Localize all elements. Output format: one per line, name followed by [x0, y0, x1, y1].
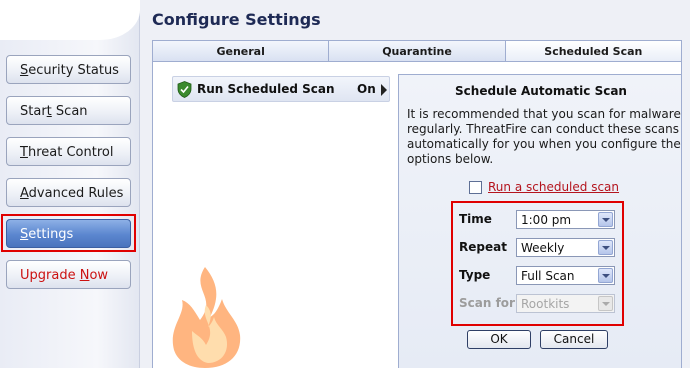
- chevron-down-icon[interactable]: [598, 240, 613, 255]
- time-select-value: 1:00 pm: [521, 213, 572, 227]
- sidebar-item-label: ecurity Status: [28, 63, 119, 78]
- run-scheduled-scan-checkbox[interactable]: [469, 181, 482, 194]
- type-select[interactable]: Full Scan: [516, 266, 615, 285]
- sidebar-item-advanced-rules[interactable]: Advanced Rules: [6, 178, 131, 207]
- panel-title: Schedule Automatic Scan: [455, 84, 627, 98]
- sidebar-item-label: hreat Control: [27, 145, 114, 160]
- tab-bar: General Quarantine Scheduled Scan: [152, 40, 682, 62]
- schedule-panel: Schedule Automatic Scan It is recommende…: [398, 74, 682, 368]
- sidebar-item-mnemonic: N: [79, 268, 90, 283]
- repeat-label: Repeat: [459, 240, 507, 254]
- repeat-select-value: Weekly: [521, 241, 565, 255]
- run-scheduled-scan-checkbox-label[interactable]: Run a scheduled scan: [488, 180, 619, 194]
- sidebar-item-label-prefix: Star: [20, 104, 47, 119]
- sidebar-item-threat-control[interactable]: Threat Control: [6, 137, 131, 166]
- cancel-button[interactable]: Cancel: [540, 330, 608, 349]
- sidebar-header-curve: [0, 0, 140, 40]
- time-select[interactable]: 1:00 pm: [516, 210, 615, 229]
- scan-for-select-value: Rootkits: [521, 297, 570, 311]
- list-item-label: Run Scheduled Scan: [197, 82, 335, 96]
- scan-for-select: Rootkits: [516, 294, 615, 313]
- type-select-value: Full Scan: [521, 269, 575, 283]
- chevron-down-icon: [598, 296, 613, 311]
- sidebar-item-label: dvanced Rules: [28, 186, 124, 201]
- panel-description: It is recommended that you scan for malw…: [407, 107, 681, 166]
- tab-scheduled-scan[interactable]: Scheduled Scan: [504, 40, 682, 62]
- sidebar-item-start-scan[interactable]: Start Scan: [6, 96, 131, 125]
- type-label: Type: [459, 268, 491, 282]
- chevron-down-icon[interactable]: [598, 268, 613, 283]
- sidebar: Security Status Start Scan Threat Contro…: [0, 0, 140, 368]
- sidebar-item-label: Scan: [51, 104, 88, 119]
- shield-check-icon: [177, 81, 192, 98]
- sidebar-item-mnemonic: T: [20, 145, 28, 160]
- sidebar-item-upgrade-now[interactable]: Upgrade Now: [6, 260, 131, 289]
- tab-quarantine[interactable]: Quarantine: [328, 40, 505, 62]
- repeat-select[interactable]: Weekly: [516, 238, 615, 257]
- list-item-status: On: [357, 82, 376, 96]
- chevron-down-icon[interactable]: [598, 212, 613, 227]
- sidebar-item-label-prefix: Upgrade: [20, 268, 80, 283]
- settings-highlight-outline: [1, 214, 136, 252]
- time-label: Time: [459, 212, 492, 226]
- sidebar-item-label: ow: [89, 268, 109, 283]
- flame-watermark-icon: [172, 267, 241, 368]
- sidebar-item-security-status[interactable]: Security Status: [6, 55, 131, 84]
- ok-button[interactable]: OK: [467, 330, 531, 349]
- sidebar-item-mnemonic: A: [20, 186, 29, 201]
- page-title: Configure Settings: [152, 10, 321, 29]
- chevron-right-icon: [381, 84, 387, 96]
- scan-for-label: Scan for: [459, 296, 515, 310]
- run-scheduled-scan-item[interactable]: Run Scheduled Scan On: [172, 76, 390, 102]
- tab-general[interactable]: General: [152, 40, 329, 62]
